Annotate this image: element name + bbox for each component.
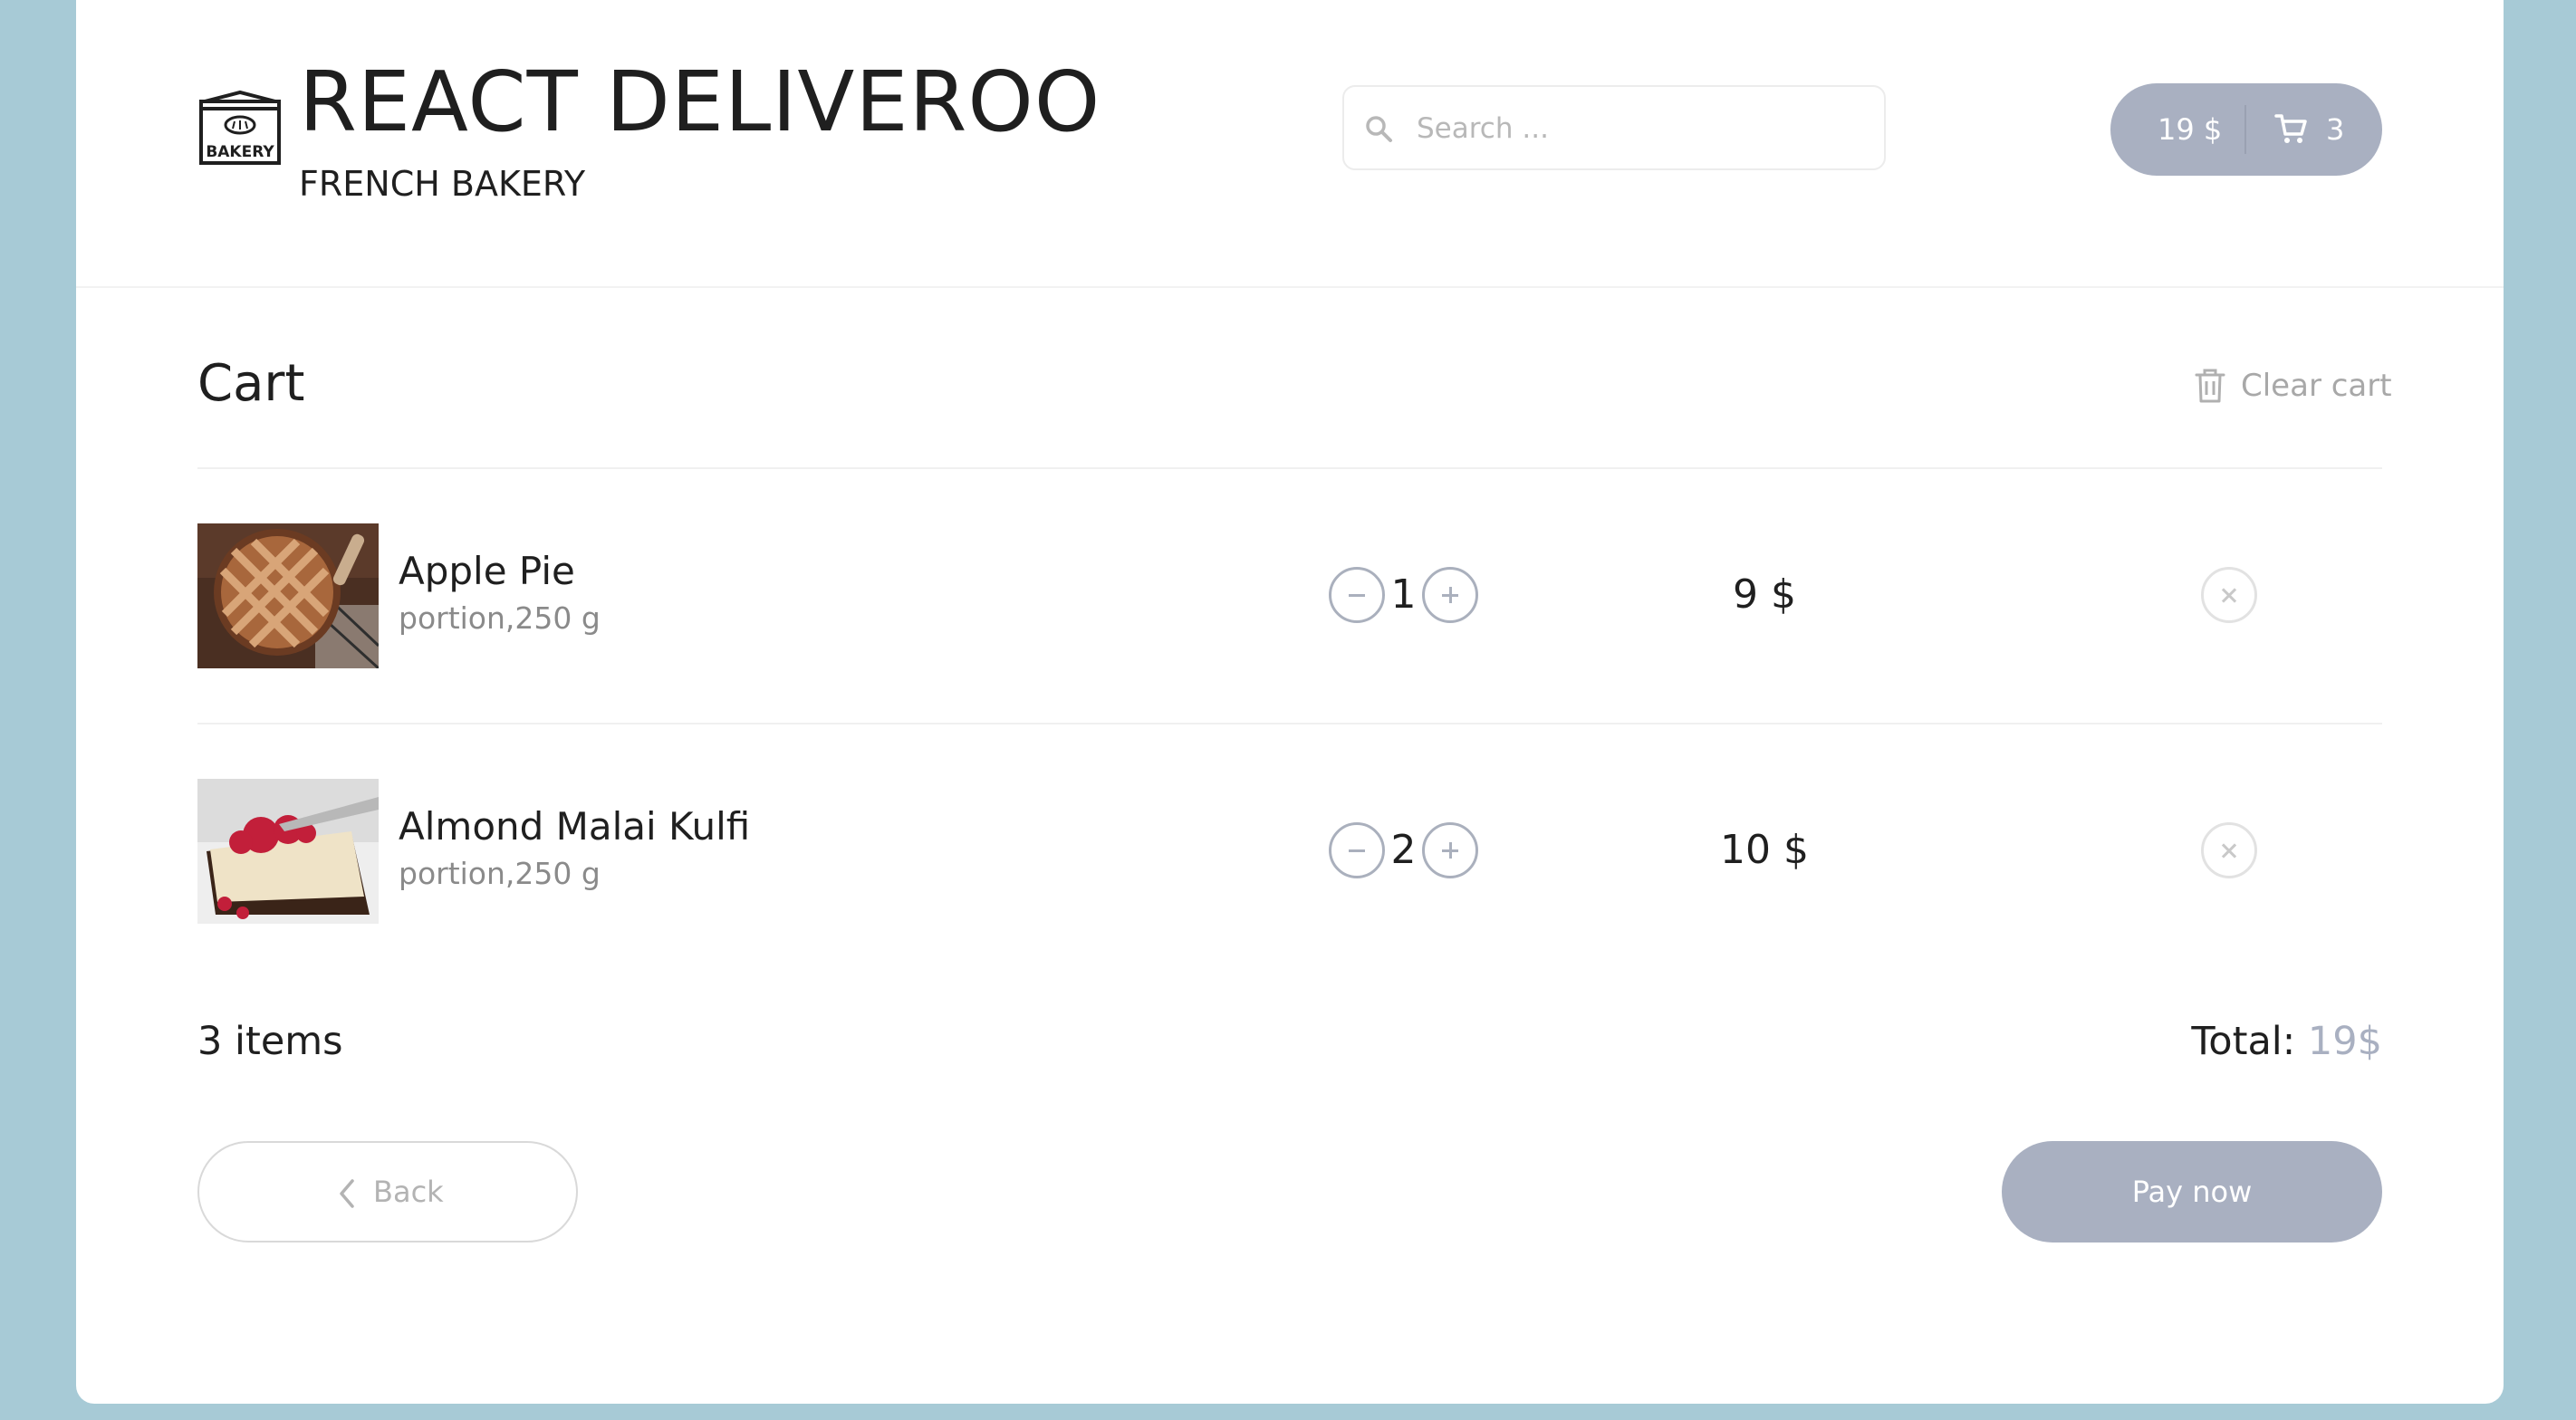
divider xyxy=(197,723,2382,724)
cart-item-row: Apple Pie portion,250 g 1 9 $ xyxy=(197,523,2382,668)
item-name: Almond Malai Kulfi xyxy=(399,804,751,849)
clear-cart-label: Clear cart xyxy=(2241,368,2392,404)
clear-cart-button[interactable]: Clear cart xyxy=(2194,362,2392,409)
total-label: Total: xyxy=(2191,1019,2308,1064)
shopping-cart-icon xyxy=(2274,114,2307,143)
trash-icon xyxy=(2195,369,2225,403)
search-input[interactable] xyxy=(1415,87,1871,170)
total-value: 19$ xyxy=(2307,1019,2382,1064)
cart-title: Cart xyxy=(197,354,305,413)
increase-quantity-button[interactable] xyxy=(1422,822,1478,878)
cart-amount: 19 $ xyxy=(2158,112,2223,147)
cart-item-row: Almond Malai Kulfi portion,250 g 2 10 $ xyxy=(197,779,2382,924)
item-quantity: 2 xyxy=(1390,827,1417,873)
decrease-quantity-button[interactable] xyxy=(1329,822,1385,878)
item-portion: portion,250 g xyxy=(399,600,601,636)
search-box[interactable] xyxy=(1342,85,1886,170)
almond-malai-kulfi-image xyxy=(197,779,379,924)
cart-summary-button[interactable]: 19 $ 3 xyxy=(2110,83,2382,176)
cart-total: Total: 19$ xyxy=(2191,1016,2382,1067)
remove-item-button[interactable] xyxy=(2201,822,2257,878)
chevron-left-icon xyxy=(340,1179,354,1208)
item-portion: portion,250 g xyxy=(399,856,601,891)
main-card: BAKERY REACT DELIVEROO FRENCH BAKERY 19 … xyxy=(76,0,2504,1404)
logo-text: BAKERY xyxy=(206,143,274,161)
item-price: 10 $ xyxy=(1720,827,1809,873)
item-quantity: 1 xyxy=(1390,571,1417,618)
header: BAKERY REACT DELIVEROO FRENCH BAKERY 19 … xyxy=(76,0,2504,288)
back-button[interactable]: Back xyxy=(197,1141,578,1242)
bakery-logo: BAKERY xyxy=(199,90,281,165)
app-title: REACT DELIVEROO xyxy=(299,53,1101,150)
back-label: Back xyxy=(373,1175,444,1209)
restaurant-name: FRENCH BAKERY xyxy=(299,164,586,204)
increase-quantity-button[interactable] xyxy=(1422,567,1478,623)
divider xyxy=(197,467,2382,469)
item-price: 9 $ xyxy=(1733,571,1796,618)
items-count: 3 items xyxy=(197,1019,343,1064)
item-name: Apple Pie xyxy=(399,549,575,593)
remove-item-button[interactable] xyxy=(2201,567,2257,623)
cart-count: 3 xyxy=(2326,112,2345,147)
apple-pie-image xyxy=(197,523,379,668)
cart-pill-divider xyxy=(2244,105,2246,154)
search-icon xyxy=(1366,116,1392,142)
decrease-quantity-button[interactable] xyxy=(1329,567,1385,623)
pay-now-button[interactable]: Pay now xyxy=(2002,1141,2382,1242)
